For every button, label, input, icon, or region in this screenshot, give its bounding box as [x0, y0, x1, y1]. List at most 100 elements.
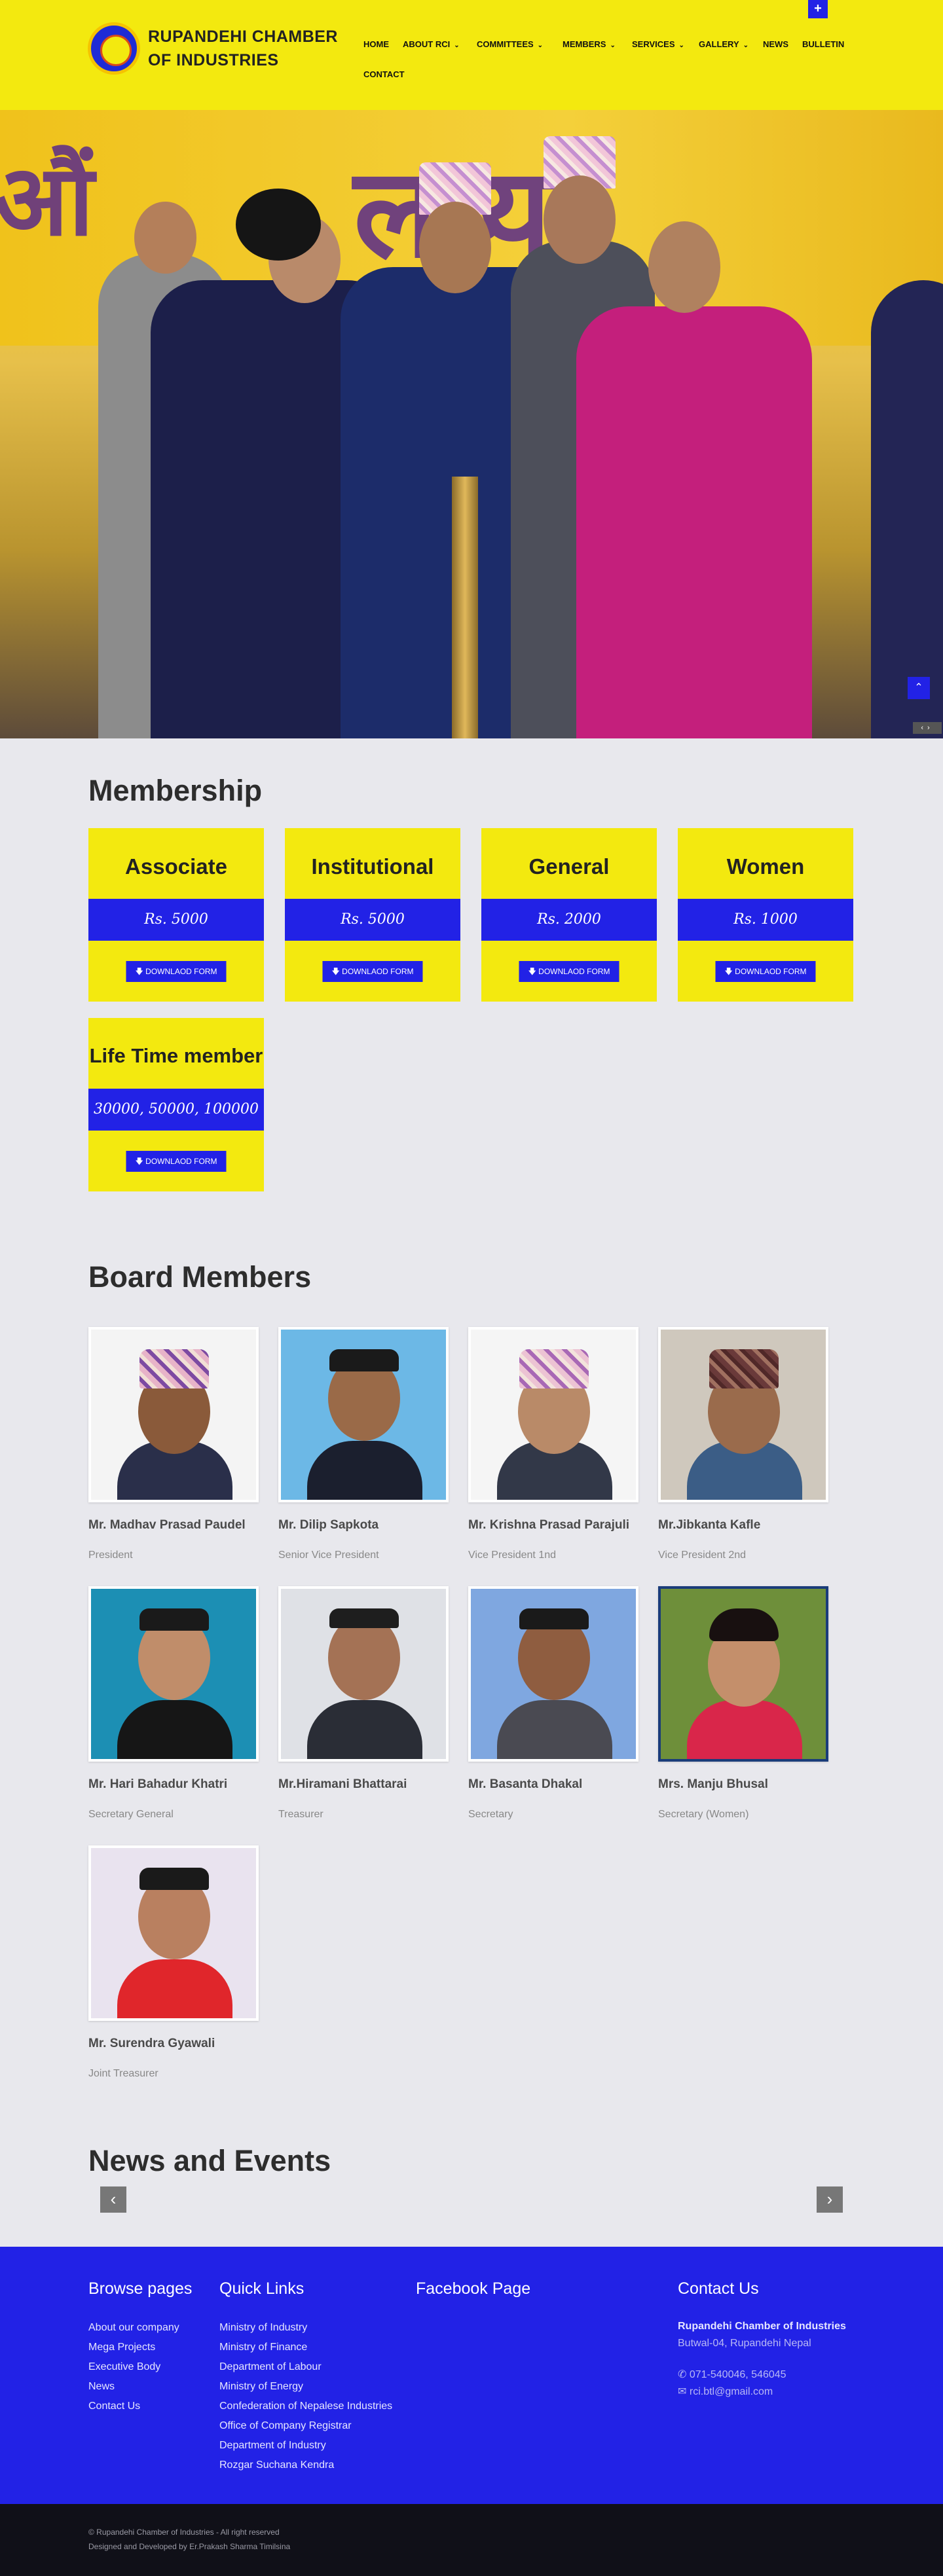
- nav-about-rci[interactable]: ABOUT RCI ⌄: [403, 39, 460, 49]
- nav-gallery[interactable]: GALLERY ⌄: [699, 39, 749, 49]
- member-role: Vice President 2nd: [658, 1550, 747, 1561]
- membership-card-name: Women: [726, 854, 805, 879]
- footer-link[interactable]: Department of Industry: [219, 2436, 392, 2456]
- phone-icon: ✆: [678, 2369, 687, 2380]
- membership-card-price: Rs. 1000: [678, 899, 853, 941]
- footer-link[interactable]: Ministry of Energy: [219, 2377, 392, 2397]
- footer-link[interactable]: Office of Company Registrar: [219, 2416, 392, 2436]
- member-photo[interactable]: [468, 1586, 638, 1762]
- news-prev-button[interactable]: ‹: [100, 2186, 126, 2213]
- photo-hair: [329, 1349, 399, 1371]
- hero-slider: औं लघ्य ⌃ ‹›: [0, 110, 943, 738]
- footer-link[interactable]: Rozgar Suchana Kendra: [219, 2456, 392, 2475]
- member-name: Mrs. Manju Bhusal: [658, 1777, 768, 1791]
- nav-home[interactable]: HOME: [363, 39, 389, 49]
- download-icon: 🡇: [724, 967, 733, 976]
- membership-card-price: Rs. 5000: [88, 899, 264, 941]
- news-next-button[interactable]: ›: [817, 2186, 843, 2213]
- download-form-button[interactable]: 🡇 DOWNLAOD FORM: [126, 1151, 227, 1172]
- download-form-button[interactable]: 🡇 DOWNLAOD FORM: [126, 961, 227, 982]
- photo-dhaka-topi: [519, 1349, 589, 1388]
- membership-title: Membership: [88, 774, 263, 807]
- brand-name[interactable]: RUPANDEHI CHAMBER OF INDUSTRIES: [148, 25, 344, 72]
- membership-card-name: Institutional: [311, 854, 434, 879]
- footer-link[interactable]: About our company: [88, 2318, 192, 2338]
- chamber-logo[interactable]: [88, 22, 140, 75]
- membership-card-price: Rs. 2000: [481, 899, 657, 941]
- footer-link[interactable]: Confederation of Nepalese Industries: [219, 2397, 392, 2416]
- member-role: Senior Vice President: [278, 1550, 379, 1561]
- member-name: Mr.Hiramani Bhattarai: [278, 1777, 407, 1791]
- footer-link[interactable]: Mega Projects: [88, 2338, 192, 2357]
- photo-dhaka-topi: [139, 1349, 209, 1388]
- membership-card-women: Women Rs. 1000 🡇 DOWNLAOD FORM: [678, 828, 853, 1002]
- footer-link[interactable]: News: [88, 2377, 192, 2397]
- nav-members[interactable]: MEMBERS ⌄: [563, 39, 616, 49]
- hero-person-head: [419, 202, 491, 293]
- member-name: Mr. Surendra Gyawali: [88, 2037, 215, 2050]
- member-photo[interactable]: [88, 1327, 259, 1502]
- photo-hair: [329, 1608, 399, 1628]
- member-role: Vice President 1nd: [468, 1550, 557, 1561]
- nav-committees[interactable]: COMMITTEES ⌄: [477, 39, 543, 49]
- footer-link[interactable]: Contact Us: [88, 2397, 192, 2416]
- download-form-button[interactable]: 🡇 DOWNLAOD FORM: [519, 961, 619, 982]
- footer-heading: Quick Links: [219, 2279, 305, 2298]
- developer-credit: Designed and Developed by Er.Prakash Sha…: [88, 2542, 291, 2551]
- copyright-text: © Rupandehi Chamber of Industries - All …: [88, 2528, 280, 2537]
- contact-email[interactable]: rci.btl@gmail.com: [690, 2386, 773, 2397]
- chevron-down-icon: ⌄: [454, 42, 460, 49]
- top-plus-button[interactable]: +: [808, 0, 828, 18]
- membership-card-name: Associate: [125, 854, 227, 879]
- membership-card-associate: Associate Rs. 5000 🡇 DOWNLAOD FORM: [88, 828, 264, 1002]
- member-photo[interactable]: [468, 1327, 638, 1502]
- mail-icon: ✉: [678, 2386, 687, 2397]
- slider-nav-arrows[interactable]: ‹›: [913, 722, 942, 734]
- member-photo[interactable]: [658, 1586, 828, 1762]
- contact-phone[interactable]: 071-540046, 546045: [690, 2369, 786, 2380]
- download-icon: 🡇: [528, 967, 536, 976]
- member-photo[interactable]: [278, 1327, 449, 1502]
- member-name: Mr. Basanta Dhakal: [468, 1777, 583, 1791]
- chevron-down-icon: ⌄: [743, 42, 749, 49]
- chevron-down-icon: ⌄: [610, 42, 616, 49]
- member-role: Secretary General: [88, 1809, 174, 1820]
- member-name: Mr. Krishna Prasad Parajuli: [468, 1518, 630, 1532]
- download-icon: 🡇: [331, 967, 340, 976]
- photo-hair: [519, 1608, 589, 1629]
- hero-person-head: [134, 202, 196, 274]
- hero-person-head: [544, 175, 616, 264]
- site-header: RUPANDEHI CHAMBER OF INDUSTRIES + HOME A…: [0, 0, 943, 110]
- member-role: Secretary: [468, 1809, 513, 1820]
- photo-hair: [139, 1868, 209, 1890]
- footer-heading: Browse pages: [88, 2279, 193, 2298]
- scroll-to-top-button[interactable]: ⌃: [908, 677, 930, 699]
- nav-news[interactable]: NEWS: [763, 39, 788, 49]
- footer-link[interactable]: Executive Body: [88, 2357, 192, 2377]
- hero-person-hair: [236, 189, 321, 261]
- nav-contact[interactable]: CONTACT: [363, 69, 405, 79]
- member-name: Mr.Jibkanta Kafle: [658, 1518, 761, 1532]
- download-form-button[interactable]: 🡇 DOWNLAOD FORM: [322, 961, 423, 982]
- nav-bulletin[interactable]: BULLETIN: [802, 39, 844, 49]
- member-role: Treasurer: [278, 1809, 324, 1820]
- footer-contact: Contact Us Rupandehi Chamber of Industri…: [678, 2279, 846, 2401]
- footer-browse-pages: Browse pages About our company Mega Proj…: [88, 2279, 192, 2416]
- member-photo[interactable]: [88, 1586, 259, 1762]
- footer-heading: Contact Us: [678, 2279, 759, 2298]
- download-icon: 🡇: [135, 967, 143, 976]
- member-photo[interactable]: [278, 1586, 449, 1762]
- footer-link[interactable]: Ministry of Industry: [219, 2318, 392, 2338]
- news-events-title: News and Events: [88, 2144, 331, 2177]
- footer-link[interactable]: Ministry of Finance: [219, 2338, 392, 2357]
- download-form-button[interactable]: 🡇 DOWNLAOD FORM: [715, 961, 816, 982]
- member-photo[interactable]: [88, 1845, 259, 2021]
- download-icon: 🡇: [135, 1157, 143, 1166]
- photo-hair: [139, 1608, 209, 1631]
- member-name: Mr. Madhav Prasad Paudel: [88, 1518, 246, 1532]
- member-photo[interactable]: [658, 1327, 828, 1502]
- hero-person-head: [648, 221, 720, 313]
- nav-services[interactable]: SERVICES ⌄: [632, 39, 684, 49]
- footer-link[interactable]: Department of Labour: [219, 2357, 392, 2377]
- board-members-title: Board Members: [88, 1260, 312, 1294]
